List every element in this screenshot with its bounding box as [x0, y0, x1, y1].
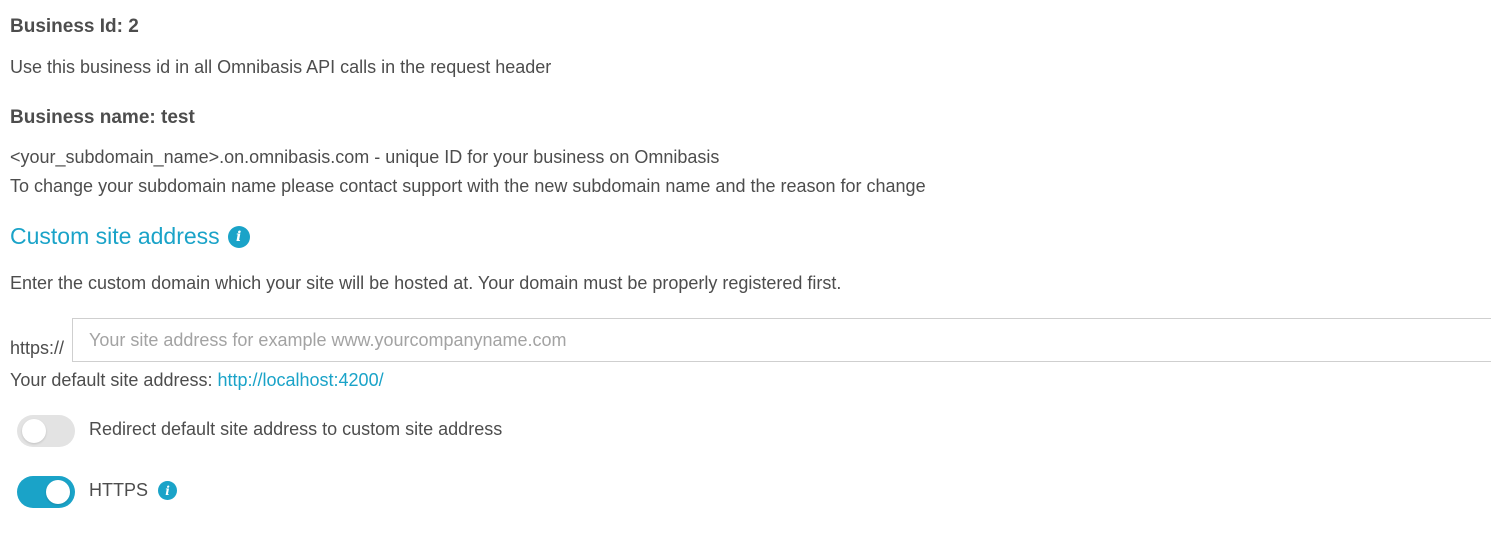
https-toggle-label: HTTPS — [89, 480, 149, 500]
business-settings-page: Business Id: 2 Use this business id in a… — [0, 0, 1491, 545]
custom-site-address-heading: Custom site address i — [10, 223, 250, 250]
custom-site-address-title: Custom site address — [10, 223, 220, 249]
business-id-label: Business Id: 2 — [10, 16, 139, 37]
https-toggle-label-row: HTTPS i — [89, 480, 178, 501]
custom-site-address-input[interactable] — [72, 318, 1491, 362]
business-id-description: Use this business id in all Omnibasis AP… — [10, 57, 552, 77]
custom-domain-description: Enter the custom domain which your site … — [10, 273, 842, 293]
toggle-knob — [22, 419, 46, 443]
toggle-knob — [46, 480, 70, 504]
default-site-address-link[interactable]: http://localhost:4200/ — [217, 370, 383, 390]
redirect-toggle[interactable] — [17, 415, 75, 447]
subdomain-change-note: To change your subdomain name please con… — [10, 176, 926, 196]
info-icon[interactable]: i — [227, 225, 250, 248]
info-icon[interactable]: i — [158, 481, 178, 500]
subdomain-info: <your_subdomain_name>.on.omnibasis.com -… — [10, 147, 720, 167]
redirect-toggle-label: Redirect default site address to custom … — [89, 419, 503, 439]
default-site-address-label: Your default site address: — [10, 370, 218, 390]
https-prefix: https:// — [10, 338, 65, 358]
business-name-label: Business name: test — [10, 107, 195, 128]
redirect-toggle-label-row: Redirect default site address to custom … — [89, 419, 502, 440]
https-toggle[interactable] — [17, 476, 75, 508]
default-site-address: Your default site address: http://localh… — [10, 370, 384, 391]
